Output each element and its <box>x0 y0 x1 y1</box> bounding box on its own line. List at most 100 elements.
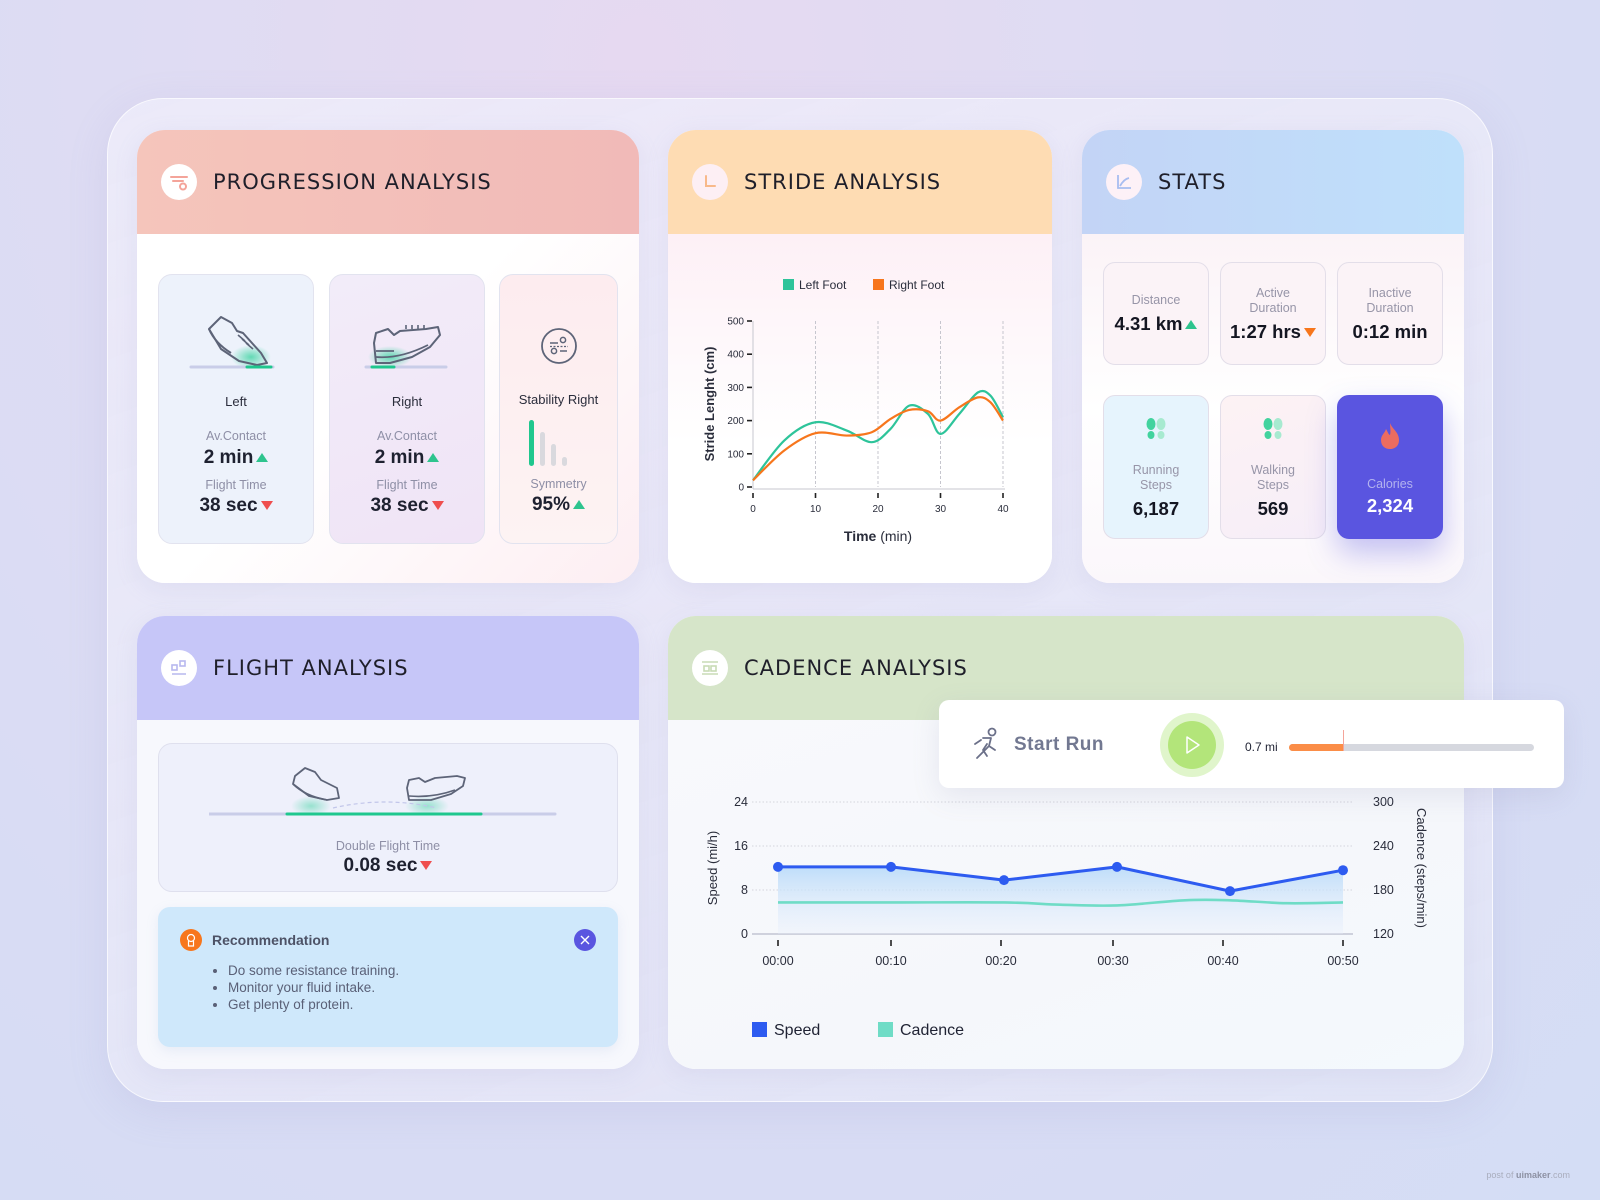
stat-label: Inactive Duration <box>1366 286 1414 315</box>
speed-point <box>773 861 783 872</box>
card-header: PROGRESSION ANALYSIS <box>137 130 639 234</box>
close-icon <box>580 935 590 945</box>
start-run-panel: Start Run 0.7 mi <box>939 700 1564 788</box>
contact-label: Av.Contact <box>206 429 266 443</box>
y-left-tick-label: 0 <box>741 927 748 941</box>
badge-icon <box>180 929 202 951</box>
stability-label: Stability Right <box>518 392 599 407</box>
contact-value: 2 min <box>159 447 313 469</box>
calories-stat[interactable]: Calories 2,324 <box>1337 395 1443 539</box>
shoes-in-flight-icon <box>209 767 557 816</box>
y-tick-label: 0 <box>738 483 744 494</box>
legend-swatch <box>783 279 794 290</box>
stats-card: STATS Distance 4.31 km Active Duration 1… <box>1082 130 1464 583</box>
stat-value: 0:12 min <box>1352 321 1428 342</box>
footprints-icon <box>1263 418 1283 439</box>
active-duration-stat[interactable]: Active Duration 1:27 hrs <box>1220 262 1326 365</box>
distance-stat[interactable]: Distance 4.31 km <box>1103 262 1209 365</box>
filter-icon <box>161 164 197 200</box>
trend-down-icon <box>1303 328 1316 337</box>
symmetry-value: 95% <box>500 494 617 516</box>
y-tick-label: 300 <box>727 383 744 394</box>
close-button[interactable] <box>574 929 596 951</box>
progression-analysis-card: PROGRESSION ANALYSIS Left Av.Contact 2 m… <box>137 130 639 583</box>
clock-icon <box>692 164 728 200</box>
y-left-axis-label: Speed (mi/h) <box>705 831 720 905</box>
footprints-icon <box>1146 418 1166 439</box>
recommendation-panel: Recommendation Do some resistance traini… <box>158 907 618 1047</box>
legend-label: Right Foot <box>889 278 945 292</box>
stat-value: 2,324 <box>1366 495 1414 516</box>
blocks-icon <box>161 650 197 686</box>
x-tick-label: 10 <box>810 504 822 515</box>
cadence-analysis-card: CADENCE ANALYSIS 0 8 16 24 120 180 240 300 00:00… <box>668 616 1464 1069</box>
y-right-tick-label: 300 <box>1373 795 1394 809</box>
speed-point <box>1338 865 1348 876</box>
card-title: FLIGHT ANALYSIS <box>213 656 409 680</box>
x-axis-label: Time (min) <box>844 528 912 544</box>
watermark: post of uimaker.com <box>1486 1170 1570 1180</box>
trend-up-icon <box>256 453 269 462</box>
run-progress-marker[interactable] <box>1342 730 1344 751</box>
x-tick-label: 00:10 <box>875 954 906 968</box>
stability-panel[interactable]: Stability Right Symmetry 95% <box>499 274 618 544</box>
trend-up-icon <box>427 453 440 462</box>
stat-value: 4.31 km <box>1104 313 1208 335</box>
trend-up-icon <box>1185 320 1198 329</box>
trend-up-icon <box>573 500 586 509</box>
running-steps-stat[interactable]: Running Steps 6,187 <box>1103 395 1209 539</box>
runner-icon <box>974 727 997 759</box>
stat-label: Running Steps <box>1132 463 1180 492</box>
recommendation-item: Do some resistance training. <box>228 962 399 979</box>
x-tick-label: 20 <box>872 504 884 515</box>
flight-value: 38 sec <box>330 495 484 517</box>
y-left-tick-label: 8 <box>741 883 748 897</box>
trend-down-icon <box>431 501 444 510</box>
y-tick-label: 100 <box>727 449 744 460</box>
legend-label: Speed <box>774 1022 820 1039</box>
y-right-tick-label: 180 <box>1373 883 1394 897</box>
card-title: STRIDE ANALYSIS <box>744 170 942 194</box>
foot-label: Right <box>391 394 423 409</box>
y-tick-label: 400 <box>727 350 744 361</box>
x-tick-label: 00:00 <box>762 954 793 968</box>
y-left-tick-label: 24 <box>734 795 748 809</box>
play-button[interactable] <box>1160 713 1224 777</box>
right-foot-panel[interactable]: Right Av.Contact 2 min Flight Time 38 se… <box>329 274 485 544</box>
run-distance-label: 0.7 mi <box>1245 740 1278 754</box>
line-chart-icon <box>1106 164 1142 200</box>
legend-label: Left Foot <box>799 278 847 292</box>
card-title: CADENCE ANALYSIS <box>744 656 968 680</box>
stat-label: Distance <box>1131 293 1181 307</box>
left-foot-panel[interactable]: Left Av.Contact 2 min Flight Time 38 sec <box>158 274 314 544</box>
speed-point <box>886 861 896 872</box>
recommendation-list: Do some resistance training.Monitor your… <box>228 962 399 1013</box>
x-tick-label: 00:40 <box>1207 954 1238 968</box>
double-flight-value: 0.08 sec <box>159 855 617 877</box>
x-tick-label: 0 <box>750 504 756 515</box>
legend-swatch <box>752 1022 767 1037</box>
flight-analysis-card: FLIGHT ANALYSIS Double Flight Time 0.08 … <box>137 616 639 1069</box>
y-right-tick-label: 120 <box>1373 927 1394 941</box>
play-icon <box>1186 736 1200 754</box>
walking-steps-stat[interactable]: Walking Steps 569 <box>1220 395 1326 539</box>
stat-label: Calories <box>1367 477 1413 491</box>
double-flight-panel[interactable]: Double Flight Time 0.08 sec <box>158 743 618 892</box>
speed-area <box>778 866 1343 934</box>
legend-label: Cadence <box>900 1022 964 1039</box>
shoe-right-icon <box>364 325 448 369</box>
y-left-tick-label: 16 <box>734 839 748 853</box>
run-progress-bar[interactable] <box>1289 730 1534 751</box>
flight-value: 38 sec <box>159 495 313 517</box>
layout-icon <box>692 650 728 686</box>
trend-down-icon <box>420 861 433 870</box>
x-tick-label: 00:30 <box>1097 954 1128 968</box>
card-title: STATS <box>1158 170 1227 194</box>
shoe-left-icon <box>189 316 275 369</box>
inactive-duration-stat[interactable]: Inactive Duration 0:12 min <box>1337 262 1443 365</box>
x-tick-label: 00:50 <box>1327 954 1358 968</box>
symmetry-label: Symmetry <box>530 477 587 491</box>
stability-bars <box>529 418 579 466</box>
speed-point <box>1112 861 1122 872</box>
double-flight-label: Double Flight Time <box>335 839 441 853</box>
